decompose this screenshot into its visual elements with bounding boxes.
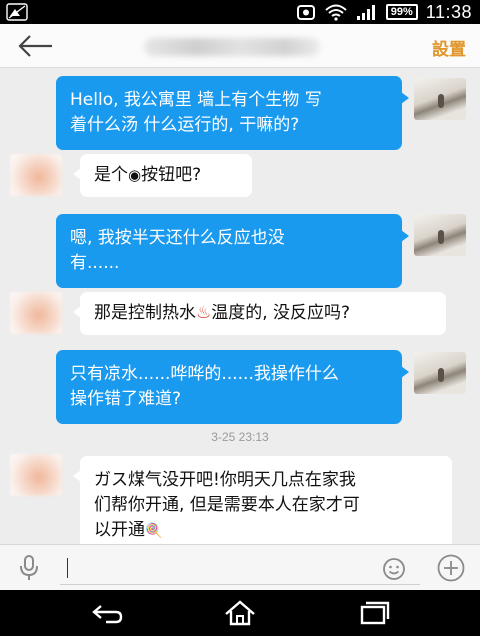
message-text: 以开通 [94, 520, 145, 540]
status-bar: 99% 11:38 [0, 0, 480, 24]
message-bubble-incoming: 那是控制热水♨温度的, 没反应吗? [73, 292, 446, 335]
plus-icon[interactable] [436, 553, 466, 583]
message-timestamp: 3-25 23:13 [211, 430, 269, 444]
back-button[interactable] [16, 34, 56, 58]
message-line: Hello, 我公寓里 墙上有个生物 写 [70, 90, 322, 110]
alarm-icon [296, 5, 315, 20]
signal-bars-icon [356, 5, 375, 20]
settings-button[interactable]: 設置 [432, 35, 466, 60]
message-bubble-incoming: 是个◉按钮吧? [73, 154, 252, 197]
home-nav-icon[interactable] [222, 600, 258, 626]
recent-apps-icon[interactable] [356, 600, 392, 626]
emoji-icon[interactable] [382, 557, 406, 581]
radio-button-emoji-icon: ◉ [128, 166, 142, 184]
message-bubble-outgoing: 嗯, 我按半天还什么反应也没 有...... [56, 214, 409, 288]
chat-header: 設置 [0, 24, 480, 68]
status-time: 11:38 [425, 1, 472, 22]
avatar-self[interactable] [414, 352, 466, 394]
text-cursor [67, 558, 68, 578]
battery-indicator: 99% [385, 4, 418, 20]
message-bubble-outgoing: 只有凉水......哗哗的......我操作什么 操作错了难道? [56, 350, 409, 424]
message-input[interactable] [60, 551, 420, 585]
avatar-contact[interactable] [10, 454, 62, 496]
message-line: 们帮你开通, 但是需要本人在家才可 [94, 495, 360, 515]
message-text: 温度的, 没反应吗? [211, 303, 351, 323]
message-line: 着什么汤 什么运行的, 干嘛的? [70, 115, 300, 135]
avatar-self[interactable] [414, 78, 466, 120]
contact-name-redacted [144, 38, 320, 56]
message-line: 以开通🍭 [94, 518, 438, 544]
signal-off-icon [6, 3, 28, 21]
composer-bar [0, 544, 480, 590]
message-line: 只有凉水......哗哗的......我操作什么 [70, 364, 339, 384]
arrow-left-icon [18, 35, 52, 57]
message-line: 嗯, 我按半天还什么反应也没 [70, 228, 285, 248]
message-list[interactable]: Hello, 我公寓里 墙上有个生物 写 着什么汤 什么运行的, 干嘛的? 是个… [0, 68, 480, 556]
avatar-contact[interactable] [10, 154, 62, 196]
message-text: 那是控制热水 [94, 303, 196, 323]
message-text: 是个 [94, 165, 128, 185]
wifi-icon [325, 4, 347, 21]
avatar-contact[interactable] [10, 292, 62, 334]
avatar-self[interactable] [414, 214, 466, 256]
message-line: ガス煤气没开吧!你明天几点在家我 [94, 470, 356, 490]
message-text: 按钮吧? [141, 165, 202, 185]
message-bubble-incoming: ガス煤气没开吧!你明天几点在家我 们帮你开通, 但是需要本人在家才可 以开通🍭 [73, 456, 452, 556]
back-nav-icon[interactable] [88, 600, 124, 626]
system-nav-bar [0, 590, 480, 636]
message-bubble-outgoing: Hello, 我公寓里 墙上有个生物 写 着什么汤 什么运行的, 干嘛的? [56, 76, 409, 150]
microphone-icon[interactable] [14, 553, 44, 583]
message-line: 操作错了难道? [70, 389, 182, 409]
lollipop-emoji-icon: 🍭 [145, 523, 163, 539]
hot-springs-emoji-icon: ♨ [196, 303, 212, 323]
message-line: 有...... [70, 253, 120, 273]
